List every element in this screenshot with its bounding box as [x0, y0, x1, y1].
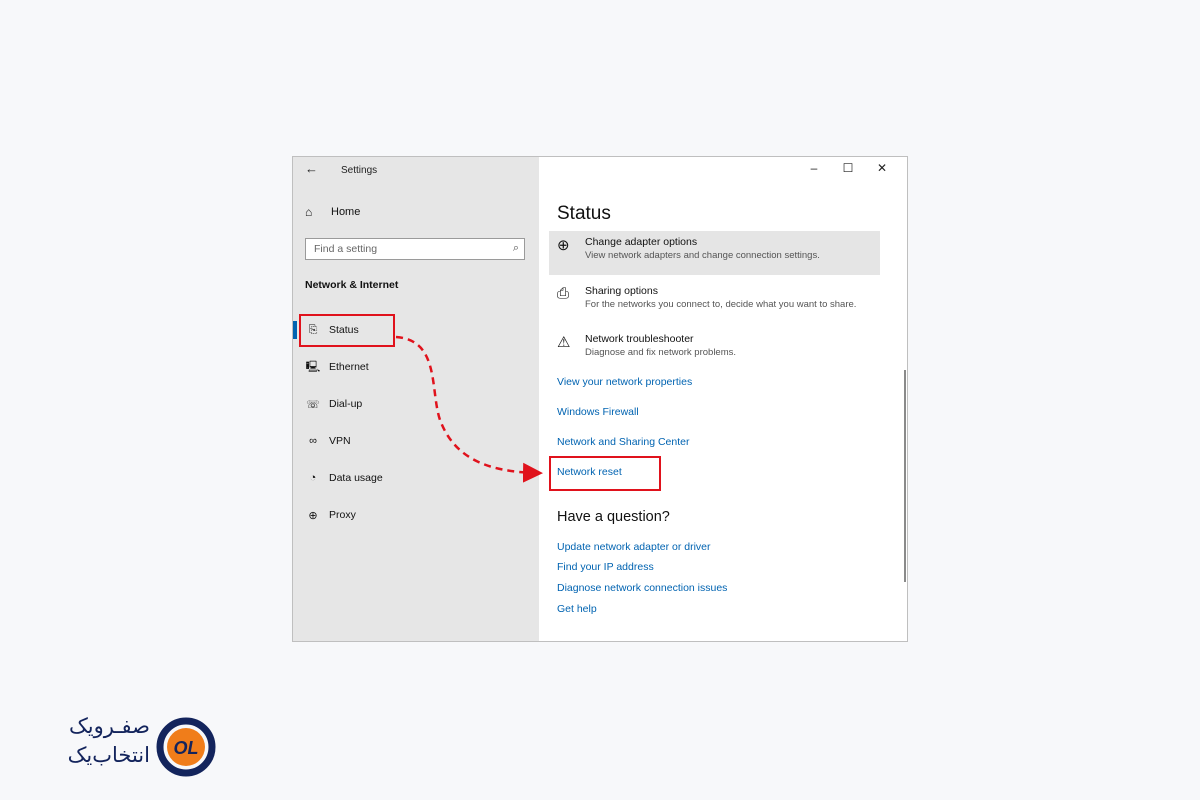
- sidebar-item-label: Proxy: [329, 509, 356, 521]
- home-icon: ⌂: [305, 205, 313, 219]
- network-troubleshooter[interactable]: ⚠ Network troubleshooter Diagnose and fi…: [549, 328, 880, 372]
- settings-window: ← Settings ⌂ Home ⌕ Network & Internet ⎘…: [292, 156, 908, 642]
- sidebar-item-ethernet[interactable]: 🖳 Ethernet: [293, 354, 539, 380]
- setting-title: Sharing options: [585, 285, 658, 297]
- link-windows-firewall[interactable]: Windows Firewall: [557, 406, 639, 418]
- change-adapter-options[interactable]: ⊕ Change adapter options View network ad…: [549, 231, 880, 275]
- brand-ol-logo-icon: OL: [156, 717, 216, 777]
- search-box: ⌕: [305, 238, 525, 260]
- scrollbar[interactable]: [904, 370, 906, 582]
- home-label: Home: [331, 206, 361, 218]
- link-diagnose-connection[interactable]: Diagnose network connection issues: [557, 582, 727, 594]
- data-usage-icon: ◔: [309, 472, 317, 484]
- link-find-ip-address[interactable]: Find your IP address: [557, 561, 654, 573]
- sidebar-item-label: Dial-up: [329, 398, 363, 410]
- sidebar-item-proxy[interactable]: ⊕ Proxy: [293, 502, 539, 528]
- section-heading: Network & Internet: [305, 279, 399, 291]
- dial-up-icon: ☏: [306, 398, 320, 411]
- minimize-icon[interactable]: –: [797, 161, 831, 175]
- ethernet-icon: 🖳: [305, 360, 321, 373]
- question-heading: Have a question?: [557, 509, 670, 525]
- link-update-adapter-driver[interactable]: Update network adapter or driver: [557, 541, 711, 553]
- adapter-globe-icon: ⊕: [557, 237, 570, 254]
- link-get-help[interactable]: Get help: [557, 603, 597, 615]
- setting-description: Diagnose and fix network problems.: [585, 347, 737, 358]
- sidebar-item-label: VPN: [329, 435, 351, 447]
- sharing-options[interactable]: ⎙ Sharing options For the networks you c…: [549, 280, 880, 324]
- brand-wordmark: صفـرویک انتخاب‌یک: [30, 712, 150, 770]
- window-title: Settings: [341, 165, 378, 176]
- page-title: Status: [557, 203, 611, 224]
- brand-logo-text: OL: [174, 738, 199, 758]
- setting-title: Network troubleshooter: [585, 333, 694, 345]
- maximize-icon[interactable]: ☐: [831, 161, 865, 175]
- status-highlight-box: [299, 314, 395, 347]
- home-link[interactable]: ⌂ Home: [305, 205, 360, 219]
- window-controls: – ☐ ✕: [797, 161, 899, 175]
- link-view-network-properties[interactable]: View your network properties: [557, 376, 692, 388]
- vpn-icon: ∞: [309, 435, 317, 447]
- setting-description: For the networks you connect to, decide …: [585, 299, 857, 310]
- search-icon[interactable]: ⌕: [513, 242, 519, 255]
- sidebar-item-data-usage[interactable]: ◔ Data usage: [293, 465, 539, 491]
- setting-description: View network adapters and change connect…: [585, 250, 820, 261]
- brand-line-2: انتخاب‌یک: [67, 744, 150, 767]
- search-input[interactable]: [306, 239, 504, 259]
- sidebar-item-label: Data usage: [329, 472, 383, 484]
- brand-logo-block: صفـرویک انتخاب‌یک OL: [30, 712, 220, 784]
- sidebar-item-label: Ethernet: [329, 361, 369, 373]
- proxy-globe-icon: ⊕: [308, 509, 318, 522]
- setting-title: Change adapter options: [585, 236, 698, 248]
- warning-icon: ⚠: [557, 334, 571, 351]
- sidebar-item-vpn[interactable]: ∞ VPN: [293, 428, 539, 454]
- brand-line-1: صفـرویک: [69, 715, 150, 738]
- back-arrow-icon[interactable]: ←: [305, 161, 318, 176]
- main-content: – ☐ ✕ Status ⊕ Change adapter options Vi…: [539, 157, 907, 641]
- close-icon[interactable]: ✕: [865, 161, 899, 175]
- sidebar-item-dial-up[interactable]: ☏ Dial-up: [293, 391, 539, 417]
- network-reset-highlight-box: [549, 456, 661, 491]
- link-network-sharing-center[interactable]: Network and Sharing Center: [557, 436, 690, 448]
- sharing-icon: ⎙: [557, 285, 570, 302]
- sidebar: ← Settings ⌂ Home ⌕ Network & Internet ⎘…: [293, 157, 539, 641]
